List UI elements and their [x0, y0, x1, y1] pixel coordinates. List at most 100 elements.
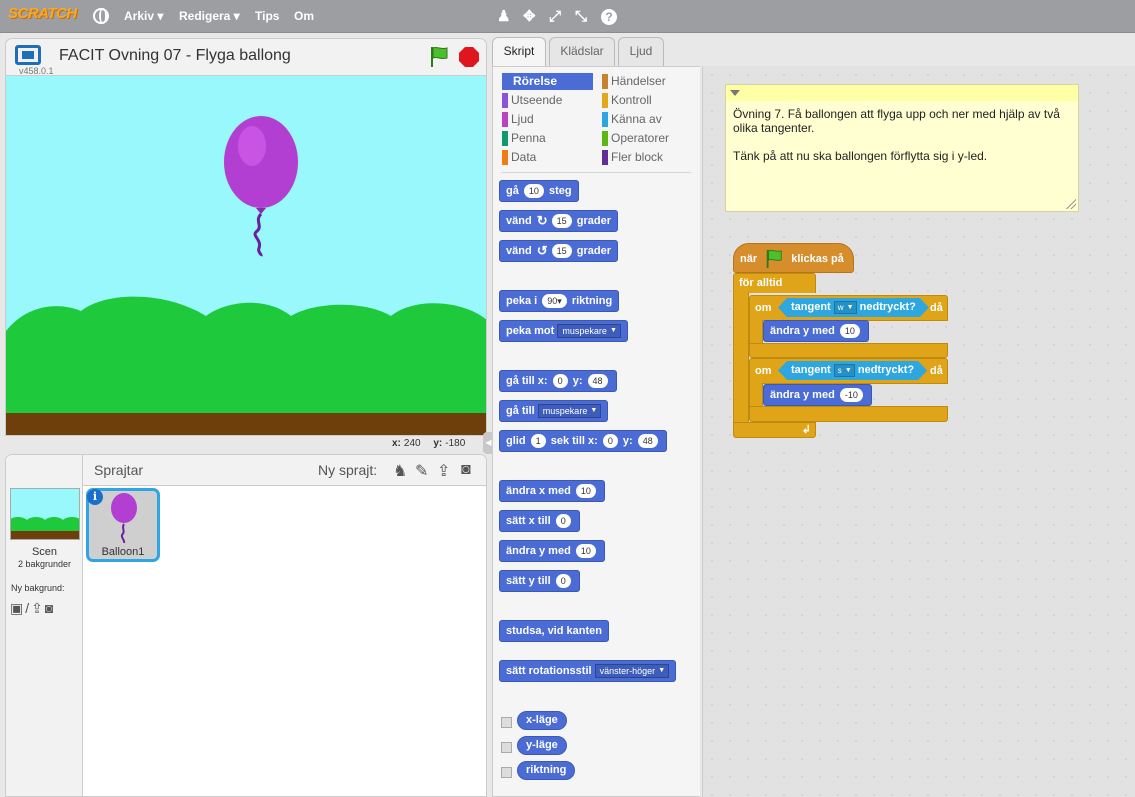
turn-left-icon: ↺	[536, 243, 548, 259]
category-fler-block[interactable]: Fler block	[602, 149, 693, 166]
menu-bar: SCRATCH Arkiv ▾ Redigera ▾ Tips Om ♟ ✥ ⤢…	[0, 0, 1135, 33]
block-set-x[interactable]: sätt x till 0	[499, 510, 580, 532]
ground	[6, 413, 486, 435]
block-rotation-style[interactable]: sätt rotationsstil vänster-höger	[499, 660, 677, 682]
turn-right-icon: ↻	[536, 213, 548, 229]
block-palette: Rörelse Utseende Ljud Penna Data Händels…	[492, 66, 700, 797]
if-block-s-foot	[749, 406, 948, 422]
block-change-y[interactable]: ändra y med 10	[499, 540, 605, 562]
block-glide[interactable]: glid 1 sek till x: 0 y: 48	[499, 430, 667, 452]
checkbox-y-position[interactable]	[501, 742, 512, 753]
tab-skript[interactable]: Skript	[492, 37, 546, 67]
palette-divider	[501, 172, 691, 173]
category-operatorer[interactable]: Operatorer	[602, 130, 693, 147]
forever-block-arm	[733, 292, 749, 423]
block-change-y-up[interactable]: ändra y med 10	[763, 320, 869, 342]
block-change-x[interactable]: ändra x med 10	[499, 480, 605, 502]
menu-tips[interactable]: Tips	[255, 9, 279, 23]
balloon-thumbnail	[111, 493, 137, 543]
info-icon[interactable]: i	[87, 489, 103, 505]
script-comment[interactable]: Övning 7. Få ballongen att flyga upp och…	[725, 84, 1079, 212]
green-flag-icon[interactable]	[429, 46, 449, 68]
sensing-key-pressed-s[interactable]: tangent s nedtryckt?	[778, 361, 927, 380]
comment-text[interactable]: Övning 7. Få ballongen att flyga upp och…	[733, 107, 1073, 163]
new-backdrop-label: Ny bakgrund:	[11, 583, 65, 593]
block-set-y[interactable]: sätt y till 0	[499, 570, 580, 592]
block-point-towards[interactable]: peka mot muspekare	[499, 320, 628, 342]
category-penna[interactable]: Penna	[502, 130, 593, 147]
if-block-w-foot	[749, 343, 948, 358]
sprite-library-icon[interactable]: ♞	[393, 461, 407, 481]
delete-icon[interactable]: ✥	[523, 9, 536, 24]
sensing-key-pressed-w[interactable]: tangent w nedtryckt?	[778, 298, 929, 317]
block-turn-left[interactable]: vänd ↺ 15 grader	[499, 240, 618, 262]
comment-collapse-bar[interactable]	[726, 85, 1078, 101]
tab-ljud[interactable]: Ljud	[618, 37, 664, 66]
green-hills	[6, 296, 486, 416]
scene-name: Scen	[31, 546, 58, 558]
duplicate-icon[interactable]: ♟	[497, 9, 510, 24]
block-goto-xy[interactable]: gå till x: 0 y: 48	[499, 370, 617, 392]
fullscreen-icon[interactable]	[15, 45, 41, 65]
sprites-title: Sprajtar	[94, 462, 144, 478]
scene-column: Scen 2 bakgrunder Ny bakgrund: ▣/⇪◙	[6, 455, 83, 796]
x-coordinate: 240	[403, 438, 421, 449]
comment-resize-handle[interactable]	[1066, 199, 1076, 209]
sprite-name: Balloon1	[101, 546, 145, 558]
menu-arkiv[interactable]: Arkiv ▾	[124, 9, 163, 23]
forever-block-foot: ↲	[733, 422, 816, 438]
reporter-x-position[interactable]: x-läge	[517, 711, 567, 730]
block-change-y-down[interactable]: ändra y med -10	[763, 384, 872, 406]
stage-header: FACIT Ovning 07 - Flyga ballong v458.0.1	[5, 38, 487, 76]
upload-backdrop-icon[interactable]: ⇪	[31, 600, 45, 616]
stage-scene	[6, 116, 486, 435]
sprite-library: Scen 2 bakgrunder Ny bakgrund: ▣/⇪◙ Spra…	[5, 454, 487, 797]
category-kanna-av[interactable]: Känna av	[602, 111, 693, 128]
green-flag-icon	[766, 249, 782, 269]
backdrop-library-icon[interactable]: ▣	[10, 600, 25, 616]
block-move-steps[interactable]: gå 10 steg	[499, 180, 579, 202]
loop-arrow-icon: ↲	[801, 424, 811, 436]
project-title[interactable]: FACIT Ovning 07 - Flyga ballong	[59, 47, 291, 65]
help-icon[interactable]: ?	[601, 9, 617, 25]
grow-icon[interactable]: ⤢	[549, 9, 561, 24]
block-point-direction[interactable]: peka i 90▾ riktning	[499, 290, 620, 312]
category-data[interactable]: Data	[502, 149, 593, 166]
if-block-s-arm	[749, 383, 763, 407]
scene-thumbnail[interactable]	[10, 488, 80, 540]
reporter-y-position[interactable]: y-läge	[517, 736, 567, 755]
if-block-w-arm	[749, 320, 763, 344]
y-coordinate: -180	[445, 438, 466, 449]
new-sprite-label: Ny sprajt:	[318, 462, 378, 478]
category-handelser[interactable]: Händelser	[602, 73, 693, 90]
category-utseende[interactable]: Utseende	[502, 92, 593, 109]
forever-block[interactable]: för alltid	[733, 273, 816, 293]
checkbox-x-position[interactable]	[501, 717, 512, 728]
hat-when-flag-clicked[interactable]: när klickas på	[733, 243, 854, 273]
category-kontroll[interactable]: Kontroll	[602, 92, 693, 109]
stage-canvas[interactable]	[5, 75, 487, 436]
block-turn-right[interactable]: vänd ↻ 15 grader	[499, 210, 618, 232]
shrink-icon[interactable]: ⤡	[575, 9, 587, 24]
paint-sprite-icon[interactable]: ✎	[415, 461, 428, 481]
sprites-header: Sprajtar Ny sprajt: ♞ ✎ ⇪ ◙	[83, 455, 486, 486]
reporter-direction[interactable]: riktning	[517, 761, 576, 780]
menu-om[interactable]: Om	[294, 9, 314, 23]
tab-kladslar[interactable]: Klädslar	[549, 37, 615, 66]
camera-sprite-icon[interactable]: ◙	[461, 461, 471, 479]
scene-backdrop-count: 2 bakgrunder	[17, 559, 72, 569]
block-goto[interactable]: gå till muspekare	[499, 400, 609, 422]
checkbox-direction[interactable]	[501, 767, 512, 778]
mouse-coordinates: x: 240 y: -180	[392, 438, 466, 449]
menu-redigera[interactable]: Redigera ▾	[179, 9, 240, 23]
scratch-logo[interactable]: SCRATCH	[8, 5, 77, 22]
block-bounce[interactable]: studsa, vid kanten	[499, 620, 609, 642]
category-ljud[interactable]: Ljud	[502, 111, 593, 128]
category-rorelse[interactable]: Rörelse	[502, 73, 593, 90]
stop-icon[interactable]	[459, 47, 479, 67]
sprite-tile-balloon1[interactable]: i Balloon1	[86, 488, 160, 562]
upload-sprite-icon[interactable]: ⇪	[437, 461, 450, 481]
globe-icon[interactable]	[93, 8, 109, 24]
camera-backdrop-icon[interactable]: ◙	[45, 600, 55, 616]
balloon-sprite	[224, 116, 298, 257]
